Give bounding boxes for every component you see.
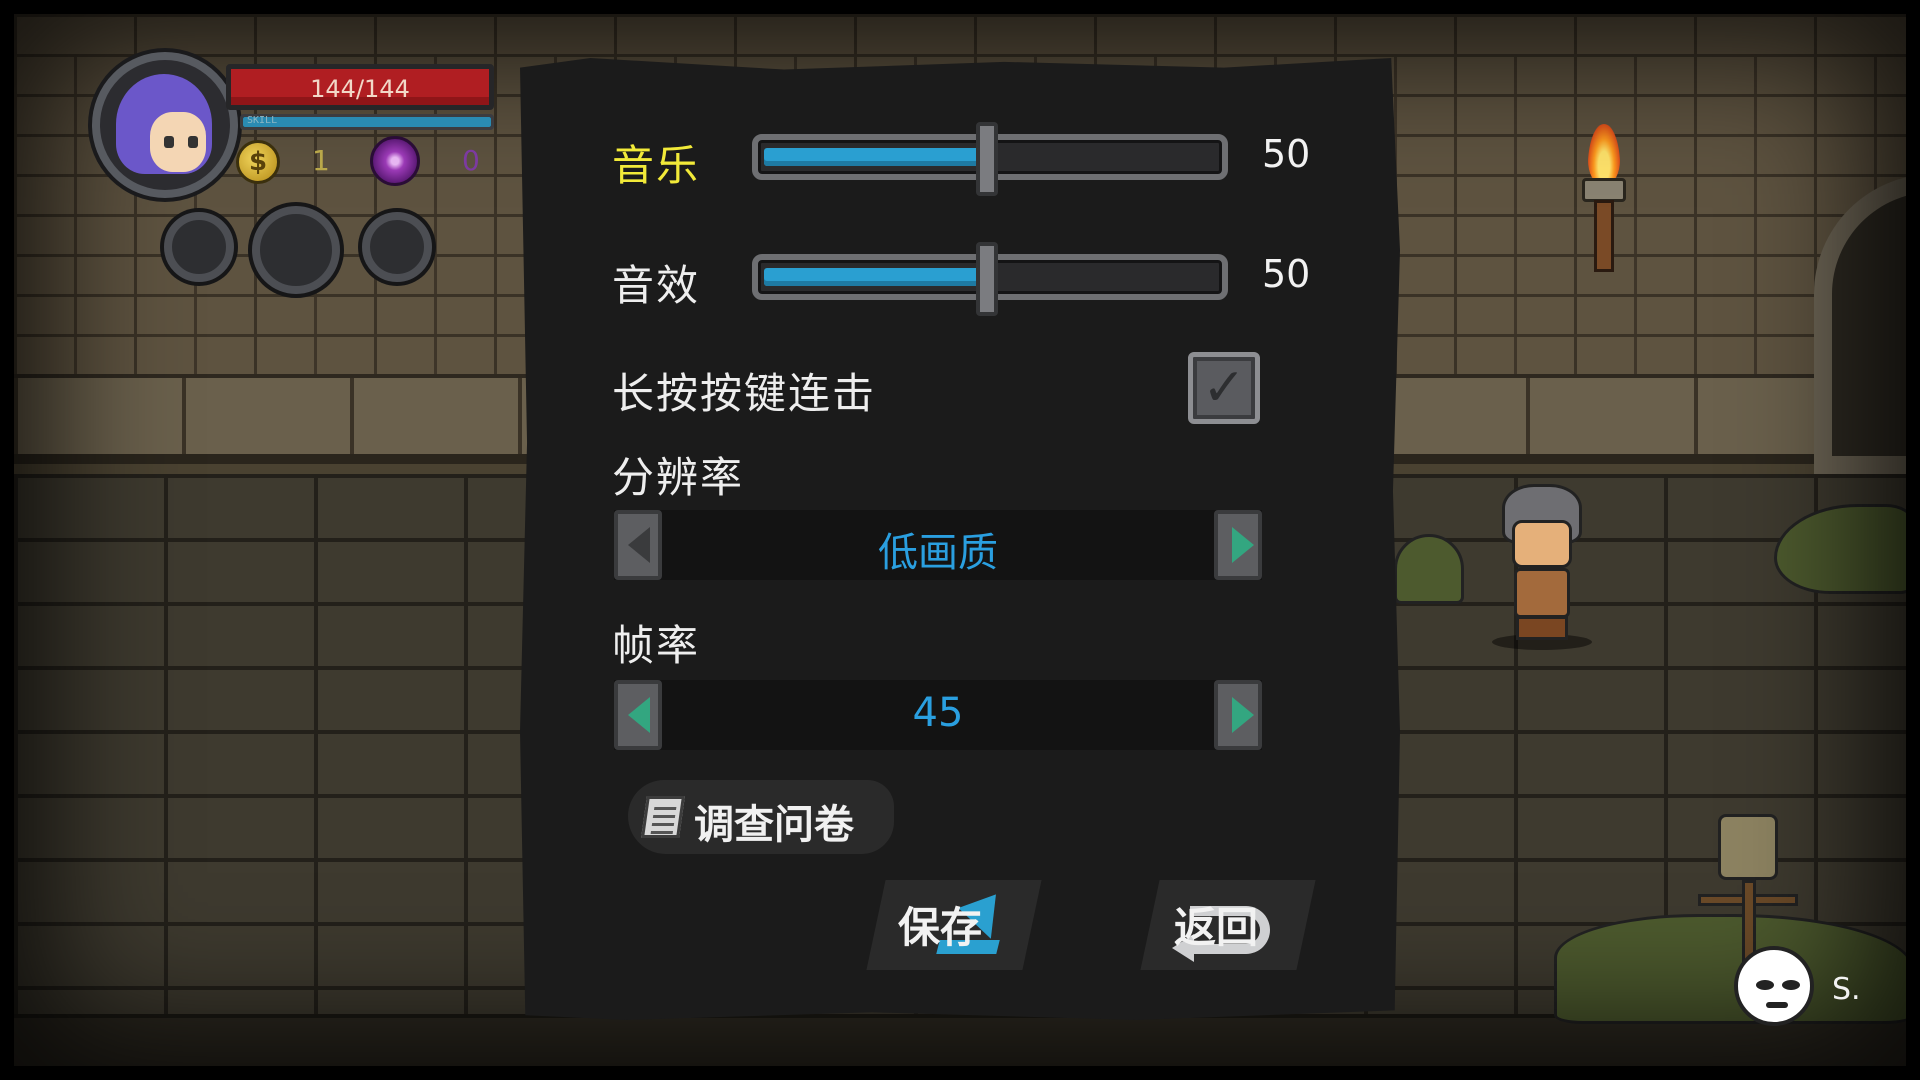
right-arrow-icon bbox=[1232, 527, 1254, 563]
resolution-selector: 低画质 bbox=[614, 510, 1262, 580]
framerate-next-button[interactable] bbox=[1214, 680, 1262, 750]
resolution-label: 分辨率 bbox=[612, 453, 745, 502]
health-bar: 144/144 bbox=[226, 64, 494, 110]
coin-icon: $ bbox=[236, 140, 280, 184]
skill-label: SKILL bbox=[247, 115, 278, 126]
avatar-eye bbox=[1756, 980, 1774, 990]
music-slider-fill bbox=[764, 148, 990, 166]
right-arrow-icon bbox=[1232, 697, 1254, 733]
skill-bar: SKILL bbox=[240, 114, 494, 130]
back-button[interactable]: 返回 bbox=[1140, 880, 1316, 970]
left-arrow-icon bbox=[628, 697, 650, 733]
framerate-value: 45 bbox=[912, 690, 964, 736]
soul-orb-icon bbox=[370, 136, 420, 186]
music-slider[interactable] bbox=[752, 122, 1228, 196]
resolution-next-button[interactable] bbox=[1214, 510, 1262, 580]
portrait-eye bbox=[164, 136, 174, 148]
soul-count: 0 bbox=[462, 144, 480, 177]
left-arrow-icon bbox=[628, 527, 650, 563]
hold-to-repeat-checkbox[interactable]: ✓ bbox=[1188, 352, 1260, 424]
resolution-prev-button[interactable] bbox=[614, 510, 662, 580]
hold-to-repeat-label: 长按按键连击 bbox=[612, 369, 877, 418]
sfx-slider[interactable] bbox=[752, 242, 1228, 316]
sfx-slider-fill bbox=[764, 268, 990, 286]
avatar-eye bbox=[1782, 980, 1800, 990]
skill-bar-fill bbox=[243, 117, 491, 127]
sfx-label: 音效 bbox=[612, 261, 701, 310]
scroll-icon bbox=[641, 796, 685, 838]
music-value: 50 bbox=[1262, 132, 1311, 176]
coin-count: 1 bbox=[312, 144, 330, 177]
save-label: 保存 bbox=[898, 903, 983, 952]
skill-slot-2[interactable] bbox=[252, 206, 340, 294]
avatar-mouth bbox=[1766, 1002, 1788, 1008]
hud: 144/144 SKILL $ 1 0 bbox=[0, 0, 520, 320]
skill-slot-3[interactable] bbox=[362, 212, 432, 282]
framerate-prev-button[interactable] bbox=[614, 680, 662, 750]
framerate-label: 帧率 bbox=[612, 621, 701, 670]
player-avatar[interactable] bbox=[1734, 946, 1814, 1026]
framerate-selector: 45 bbox=[614, 680, 1262, 750]
back-label: 返回 bbox=[1174, 903, 1259, 952]
skill-slot-1[interactable] bbox=[164, 212, 234, 282]
sfx-value: 50 bbox=[1262, 252, 1311, 296]
health-text: 144/144 bbox=[310, 75, 410, 103]
survey-label: 调查问卷 bbox=[694, 802, 854, 848]
player-name: S. bbox=[1832, 972, 1861, 1007]
portrait-eye bbox=[188, 136, 198, 148]
resolution-value: 低画质 bbox=[878, 530, 998, 576]
save-button[interactable]: 保存 bbox=[866, 880, 1042, 970]
sfx-slider-thumb[interactable] bbox=[976, 242, 998, 316]
music-label: 音乐 bbox=[612, 141, 701, 190]
music-slider-thumb[interactable] bbox=[976, 122, 998, 196]
character-portrait bbox=[92, 52, 238, 198]
survey-button[interactable]: 调查问卷 bbox=[628, 780, 894, 854]
